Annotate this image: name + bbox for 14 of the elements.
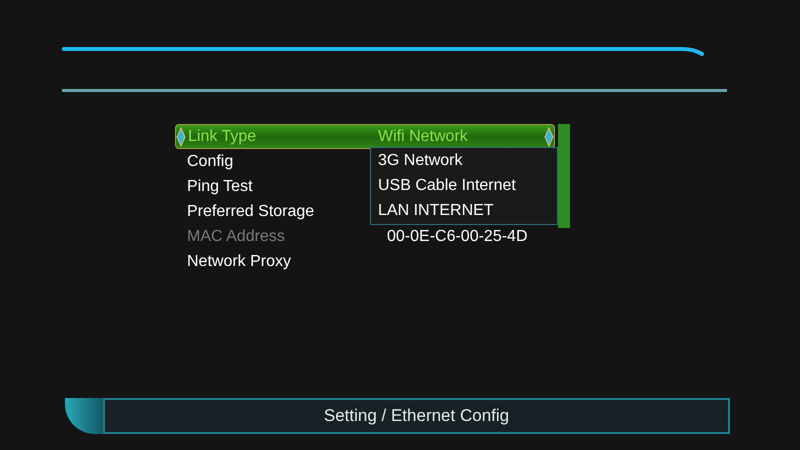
menu-label: MAC Address (186, 226, 286, 246)
menu-label: Network Proxy (186, 252, 292, 272)
diamond-cap-icon (176, 126, 186, 146)
dropdown-option[interactable]: 3G Network (371, 149, 557, 174)
dropdown-option[interactable]: LAN INTERNET (371, 198, 557, 223)
status-bar-wedge (65, 398, 103, 434)
diamond-cap-icon (544, 126, 554, 146)
dropdown-option[interactable]: USB Cable Internet (371, 174, 557, 198)
menu-value: Wifi Network (378, 126, 469, 146)
status-title: Setting / Ethernet Config (324, 405, 510, 428)
menu-item[interactable]: Link Type Wifi Network (175, 124, 555, 149)
menu-value: 00-0E-C6-00-25-4D (386, 226, 529, 246)
menu-label: Link Type (187, 126, 258, 146)
menu-item[interactable]: Network Proxy (175, 249, 555, 274)
